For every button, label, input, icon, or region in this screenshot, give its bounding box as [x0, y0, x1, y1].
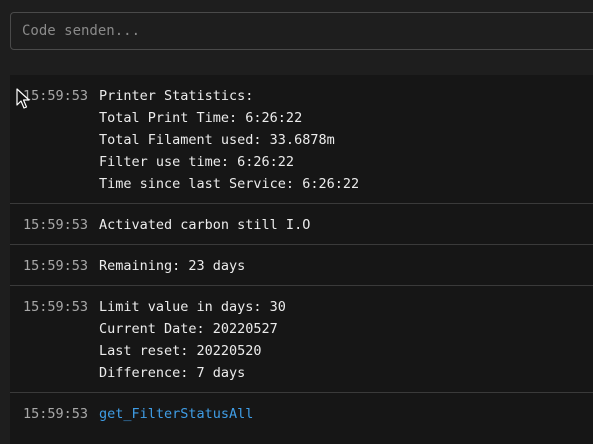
log-line: Activated carbon still I.O: [99, 217, 311, 233]
log-line: Filter use time: 6:26:22: [99, 154, 295, 170]
log-line: Printer Statistics:: [99, 88, 254, 104]
log-message: Limit value in days: 30 Current Date: 202…: [99, 296, 286, 384]
log-message: Printer Statistics: Total Print Time: 6:2…: [99, 85, 359, 195]
log-timestamp: 15:59:53: [23, 258, 89, 274]
log-line: Remaining: 23 days: [99, 258, 246, 274]
log-entry: 15:59:53 Remaining: 23 days: [10, 245, 593, 286]
log-entry: 15:59:53 get_FilterStatusAll: [10, 393, 593, 433]
send-code-input[interactable]: [10, 12, 593, 50]
log-line[interactable]: get_FilterStatusAll: [99, 403, 253, 425]
log-entry: 15:59:53 Limit value in days: 30 Current …: [10, 286, 593, 393]
log-line: Total Filament used: 33.6878m: [99, 132, 335, 148]
log-message: Remaining: 23 days: [99, 255, 245, 277]
log-line: Last reset: 20220520: [99, 343, 262, 359]
mouse-pointer-icon: [16, 88, 30, 109]
log-entry: 15:59:53 Activated carbon still I.O: [10, 204, 593, 245]
console-panel: 15:59:53 Printer Statistics: Total Print …: [0, 0, 593, 444]
log-line: Current Date: 20220527: [99, 321, 278, 337]
log-message: Activated carbon still I.O: [99, 214, 310, 236]
log-entry: 15:59:53 Printer Statistics: Total Print …: [10, 75, 593, 204]
log-timestamp: 15:59:53: [23, 406, 89, 422]
command-link[interactable]: get_FilterStatusAll: [99, 403, 253, 425]
console-log[interactable]: 15:59:53 Printer Statistics: Total Print …: [10, 75, 593, 444]
log-line: Difference: 7 days: [99, 365, 246, 381]
log-timestamp: 15:59:53: [23, 299, 89, 315]
log-line: Limit value in days: 30: [99, 299, 286, 315]
log-line: Time since last Service: 6:26:22: [99, 176, 360, 192]
log-timestamp: 15:59:53: [23, 217, 89, 233]
log-line: Total Print Time: 6:26:22: [99, 110, 303, 126]
